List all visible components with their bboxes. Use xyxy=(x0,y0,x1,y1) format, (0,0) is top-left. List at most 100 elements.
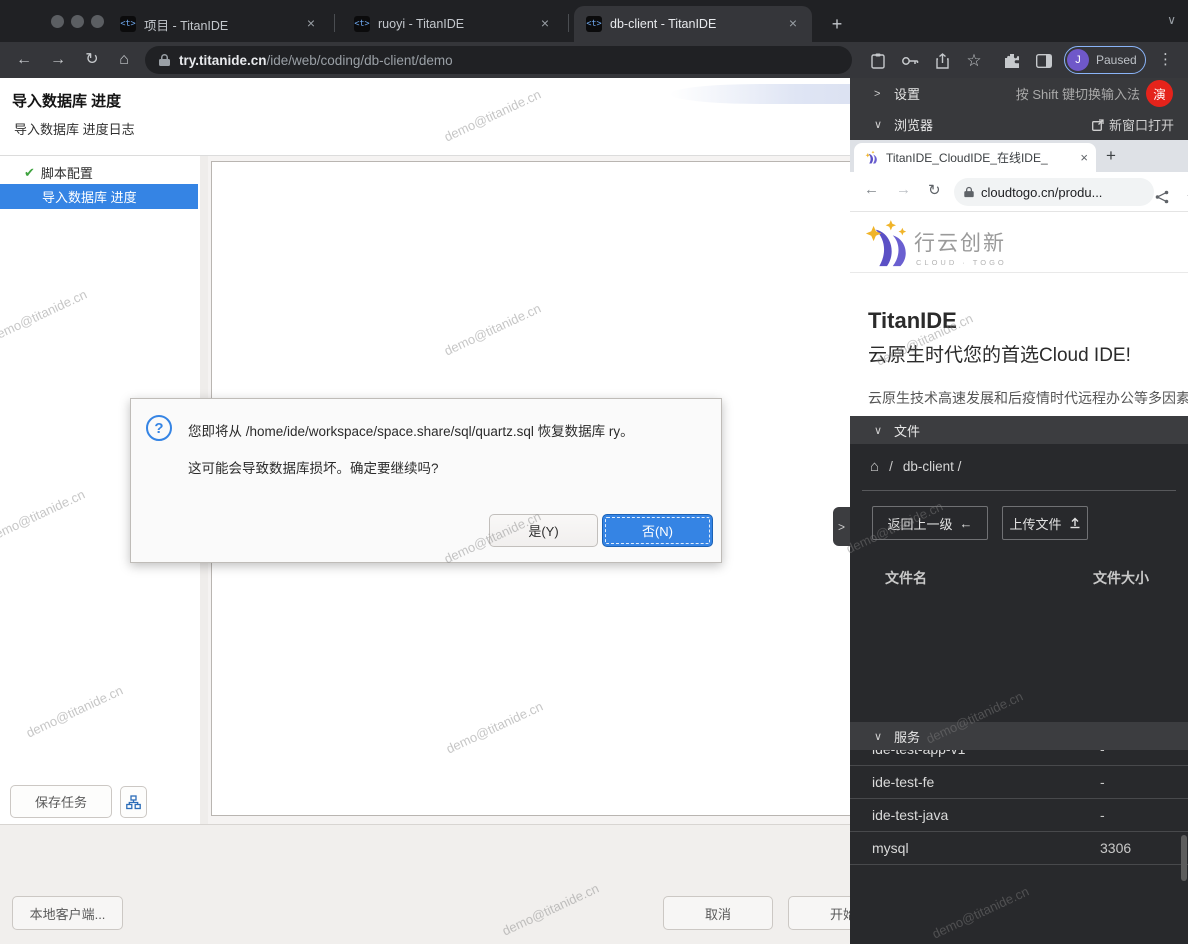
browser-tab-strip: <t> 项目 - TitanIDE × <t> ruoyi - TitanIDE… xyxy=(0,0,1188,42)
mini-tab-title: TitanIDE_CloudIDE_在线IDE_ xyxy=(886,149,1076,166)
mini-lock-icon xyxy=(964,186,974,198)
no-button[interactable]: 否(N) xyxy=(602,514,713,547)
mini-forward-icon[interactable]: → xyxy=(896,181,911,198)
url-host: try.titanide.cn xyxy=(179,53,267,68)
ide-side-panel: > 设置 按 Shift 键切换输入法 演 ∨ 浏览器 新窗口打开 Ti xyxy=(850,78,1188,944)
files-section-header[interactable]: ∨ 文件 xyxy=(850,416,1188,444)
mini-address-bar[interactable]: cloudtogo.cn/produ... xyxy=(954,178,1154,206)
new-tab-button[interactable]: + xyxy=(824,12,850,38)
browser-section-header[interactable]: ∨ 浏览器 新窗口打开 xyxy=(850,109,1188,140)
side-panel-icon[interactable] xyxy=(1032,49,1056,73)
tab-title: 项目 - TitanIDE xyxy=(144,15,294,34)
tab-search-chevron-icon[interactable]: ∨ xyxy=(1167,13,1176,27)
forward-icon[interactable]: → xyxy=(46,49,70,73)
window-close-button[interactable] xyxy=(51,15,64,28)
hero-paragraph: 云原生技术高速发展和后疫情时代远程办公等多因素 xyxy=(868,388,1188,408)
mini-new-tab-button[interactable]: + xyxy=(1106,146,1116,166)
brand-name: 行云创新 xyxy=(914,227,1006,257)
service-row[interactable]: ide-test-java - xyxy=(850,799,1188,832)
start-button[interactable]: 开始 xyxy=(788,896,850,930)
demo-badge[interactable]: 演 xyxy=(1146,80,1173,107)
screen: <t> 项目 - TitanIDE × <t> ruoyi - TitanIDE… xyxy=(0,0,1188,944)
mini-share-icon[interactable] xyxy=(1150,185,1174,209)
cloudtogo-logo xyxy=(864,220,910,270)
check-icon: ✔ xyxy=(24,165,35,181)
tab-close-icon[interactable]: × xyxy=(784,15,802,33)
home-icon[interactable]: ⌂ xyxy=(112,49,136,73)
lock-icon xyxy=(159,53,170,67)
clipboard-icon[interactable] xyxy=(866,49,890,73)
breadcrumb-divider xyxy=(862,490,1176,491)
reload-icon[interactable]: ↻ xyxy=(80,49,104,73)
service-row[interactable]: mysql 3306 xyxy=(850,832,1188,865)
window-zoom-button[interactable] xyxy=(91,15,104,28)
titanide-favicon: <t> xyxy=(586,16,602,32)
mini-tab-close-icon[interactable]: × xyxy=(1080,150,1088,165)
page-title: 导入数据库 进度 xyxy=(12,90,121,111)
services-section-header[interactable]: ∨ 服务 xyxy=(850,722,1188,750)
question-icon: ? xyxy=(146,415,172,441)
profile-chip[interactable]: J Paused xyxy=(1064,46,1146,74)
titanide-favicon: <t> xyxy=(354,16,370,32)
tab-separator xyxy=(568,14,569,32)
mini-browser-tab-strip: TitanIDE_CloudIDE_在线IDE_ × + xyxy=(850,140,1188,172)
chevron-down-icon: ∨ xyxy=(874,424,886,437)
tab-title: ruoyi - TitanIDE xyxy=(378,17,528,31)
avatar: J xyxy=(1067,49,1089,71)
step-label: 导入数据库 进度 xyxy=(42,187,137,206)
save-task-button[interactable]: 保存任务 xyxy=(10,785,112,818)
extensions-puzzle-icon[interactable] xyxy=(1000,49,1024,73)
tab-title: db-client - TitanIDE xyxy=(610,17,776,31)
cancel-button[interactable]: 取消 xyxy=(663,896,773,930)
sitemap-icon xyxy=(126,795,141,810)
header-decoration xyxy=(670,84,850,104)
hero-subtitle: 云原生时代您的首选Cloud IDE! xyxy=(868,340,1131,367)
local-client-button[interactable]: 本地客户端... xyxy=(12,896,123,930)
mini-back-icon[interactable]: ← xyxy=(864,181,879,198)
panel-scrollbar[interactable] xyxy=(1181,835,1187,881)
mini-more-icon[interactable] xyxy=(1180,185,1188,209)
tab-close-icon[interactable]: × xyxy=(302,15,320,33)
step-label: 脚本配置 xyxy=(41,163,93,182)
wizard-footer: 本地客户端... 取消 开始 xyxy=(0,824,850,944)
breadcrumb-path[interactable]: db-client / xyxy=(903,459,962,474)
services-list: ide-test-app-v1 - ide-test-fe - ide-test… xyxy=(850,750,1188,944)
tab-close-icon[interactable]: × xyxy=(536,15,554,33)
back-icon[interactable]: ← xyxy=(12,49,36,73)
tab-project[interactable]: <t> 项目 - TitanIDE × xyxy=(108,6,330,42)
mini-reload-icon[interactable]: ↻ xyxy=(928,181,941,199)
bookmark-star-icon[interactable]: ☆ xyxy=(962,49,986,73)
tab-separator xyxy=(334,14,335,32)
tab-ruoyi[interactable]: <t> ruoyi - TitanIDE × xyxy=(342,6,564,42)
yes-button[interactable]: 是(Y) xyxy=(489,514,598,547)
service-row[interactable]: ide-test-fe - xyxy=(850,766,1188,799)
sitemap-button[interactable] xyxy=(120,786,147,818)
upload-file-button[interactable]: 上传文件 xyxy=(1002,506,1088,540)
new-window-icon xyxy=(1092,119,1104,131)
step-script-config[interactable]: ✔ 脚本配置 xyxy=(0,160,198,185)
breadcrumb: ⌂ / db-client / xyxy=(870,458,961,475)
titanide-db-client-app: 导入数据库 进度 导入数据库 进度日志 ✔ 脚本配置 导入数据库 进度 保存任务 xyxy=(0,78,850,944)
address-bar[interactable]: try.titanide.cn/ide/web/coding/db-client… xyxy=(145,46,852,74)
panel-collapse-handle[interactable]: > xyxy=(833,507,850,546)
tab-db-client-active[interactable]: <t> db-client - TitanIDE × xyxy=(574,6,812,42)
hero-title: TitanIDE xyxy=(868,308,957,334)
mini-browser-tab[interactable]: TitanIDE_CloudIDE_在线IDE_ × xyxy=(854,143,1096,172)
cloudtogo-favicon xyxy=(864,150,879,165)
go-up-button[interactable]: 返回上一级← xyxy=(872,506,988,540)
sync-status: Paused xyxy=(1096,53,1137,67)
mini-url: cloudtogo.cn/produ... xyxy=(981,185,1102,200)
column-filesize: 文件大小 xyxy=(1093,568,1149,588)
password-key-icon[interactable] xyxy=(898,49,922,73)
open-new-window-button[interactable]: 新窗口打开 xyxy=(1092,115,1174,134)
home-icon[interactable]: ⌂ xyxy=(870,458,879,475)
step-import-progress[interactable]: 导入数据库 进度 xyxy=(0,184,198,209)
share-icon[interactable] xyxy=(930,49,954,73)
upload-icon xyxy=(1069,517,1081,529)
settings-section-header[interactable]: > 设置 按 Shift 键切换输入法 演 xyxy=(850,78,1188,109)
chevron-right-icon: > xyxy=(874,88,886,100)
page-subtitle: 导入数据库 进度日志 xyxy=(14,119,135,138)
window-minimize-button[interactable] xyxy=(71,15,84,28)
browser-menu-icon[interactable]: ⋮ xyxy=(1158,50,1173,68)
service-row[interactable]: ide-test-app-v1 - xyxy=(850,750,1188,766)
